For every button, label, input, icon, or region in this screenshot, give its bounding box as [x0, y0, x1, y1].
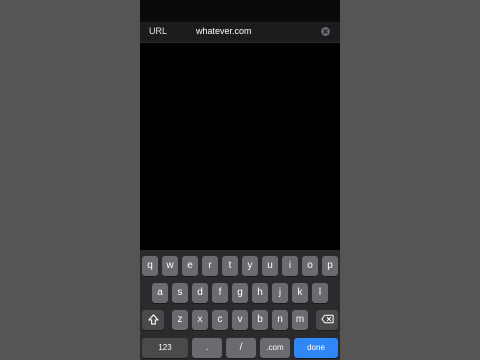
key-j[interactable]: j	[272, 283, 288, 303]
url-bar[interactable]: URL whatever.com	[140, 22, 340, 43]
numbers-key[interactable]: 123	[142, 338, 188, 358]
key-f[interactable]: f	[212, 283, 228, 303]
key-g[interactable]: g	[232, 283, 248, 303]
key-b[interactable]: b	[252, 310, 268, 330]
dot-key[interactable]: .	[192, 338, 222, 358]
key-m[interactable]: m	[292, 310, 308, 330]
key-i[interactable]: i	[282, 256, 298, 276]
done-button[interactable]: done	[294, 338, 338, 358]
backspace-icon[interactable]	[316, 310, 338, 330]
key-v[interactable]: v	[232, 310, 248, 330]
url-input[interactable]: whatever.com	[196, 26, 252, 36]
key-s[interactable]: s	[172, 283, 188, 303]
key-p[interactable]: p	[322, 256, 338, 276]
key-t[interactable]: t	[222, 256, 238, 276]
slash-key[interactable]: /	[226, 338, 256, 358]
key-c[interactable]: c	[212, 310, 228, 330]
status-bar	[140, 0, 340, 22]
key-d[interactable]: d	[192, 283, 208, 303]
key-u[interactable]: u	[262, 256, 278, 276]
shift-arrow-icon[interactable]	[142, 310, 164, 330]
phone-screen: URL whatever.com q w e r t y u i o p a s…	[140, 0, 340, 360]
keyboard: q w e r t y u i o p a s d f g h j k l z …	[140, 250, 340, 360]
key-w[interactable]: w	[162, 256, 178, 276]
key-q[interactable]: q	[142, 256, 158, 276]
key-h[interactable]: h	[252, 283, 268, 303]
key-z[interactable]: z	[172, 310, 188, 330]
key-e[interactable]: e	[182, 256, 198, 276]
key-x[interactable]: x	[192, 310, 208, 330]
key-l[interactable]: l	[312, 283, 328, 303]
key-r[interactable]: r	[202, 256, 218, 276]
clear-circle-icon[interactable]	[321, 27, 330, 36]
key-o[interactable]: o	[302, 256, 318, 276]
url-label: URL	[149, 26, 168, 36]
dotcom-key[interactable]: .com	[260, 338, 290, 358]
key-y[interactable]: y	[242, 256, 258, 276]
key-k[interactable]: k	[292, 283, 308, 303]
key-a[interactable]: a	[152, 283, 168, 303]
key-n[interactable]: n	[272, 310, 288, 330]
